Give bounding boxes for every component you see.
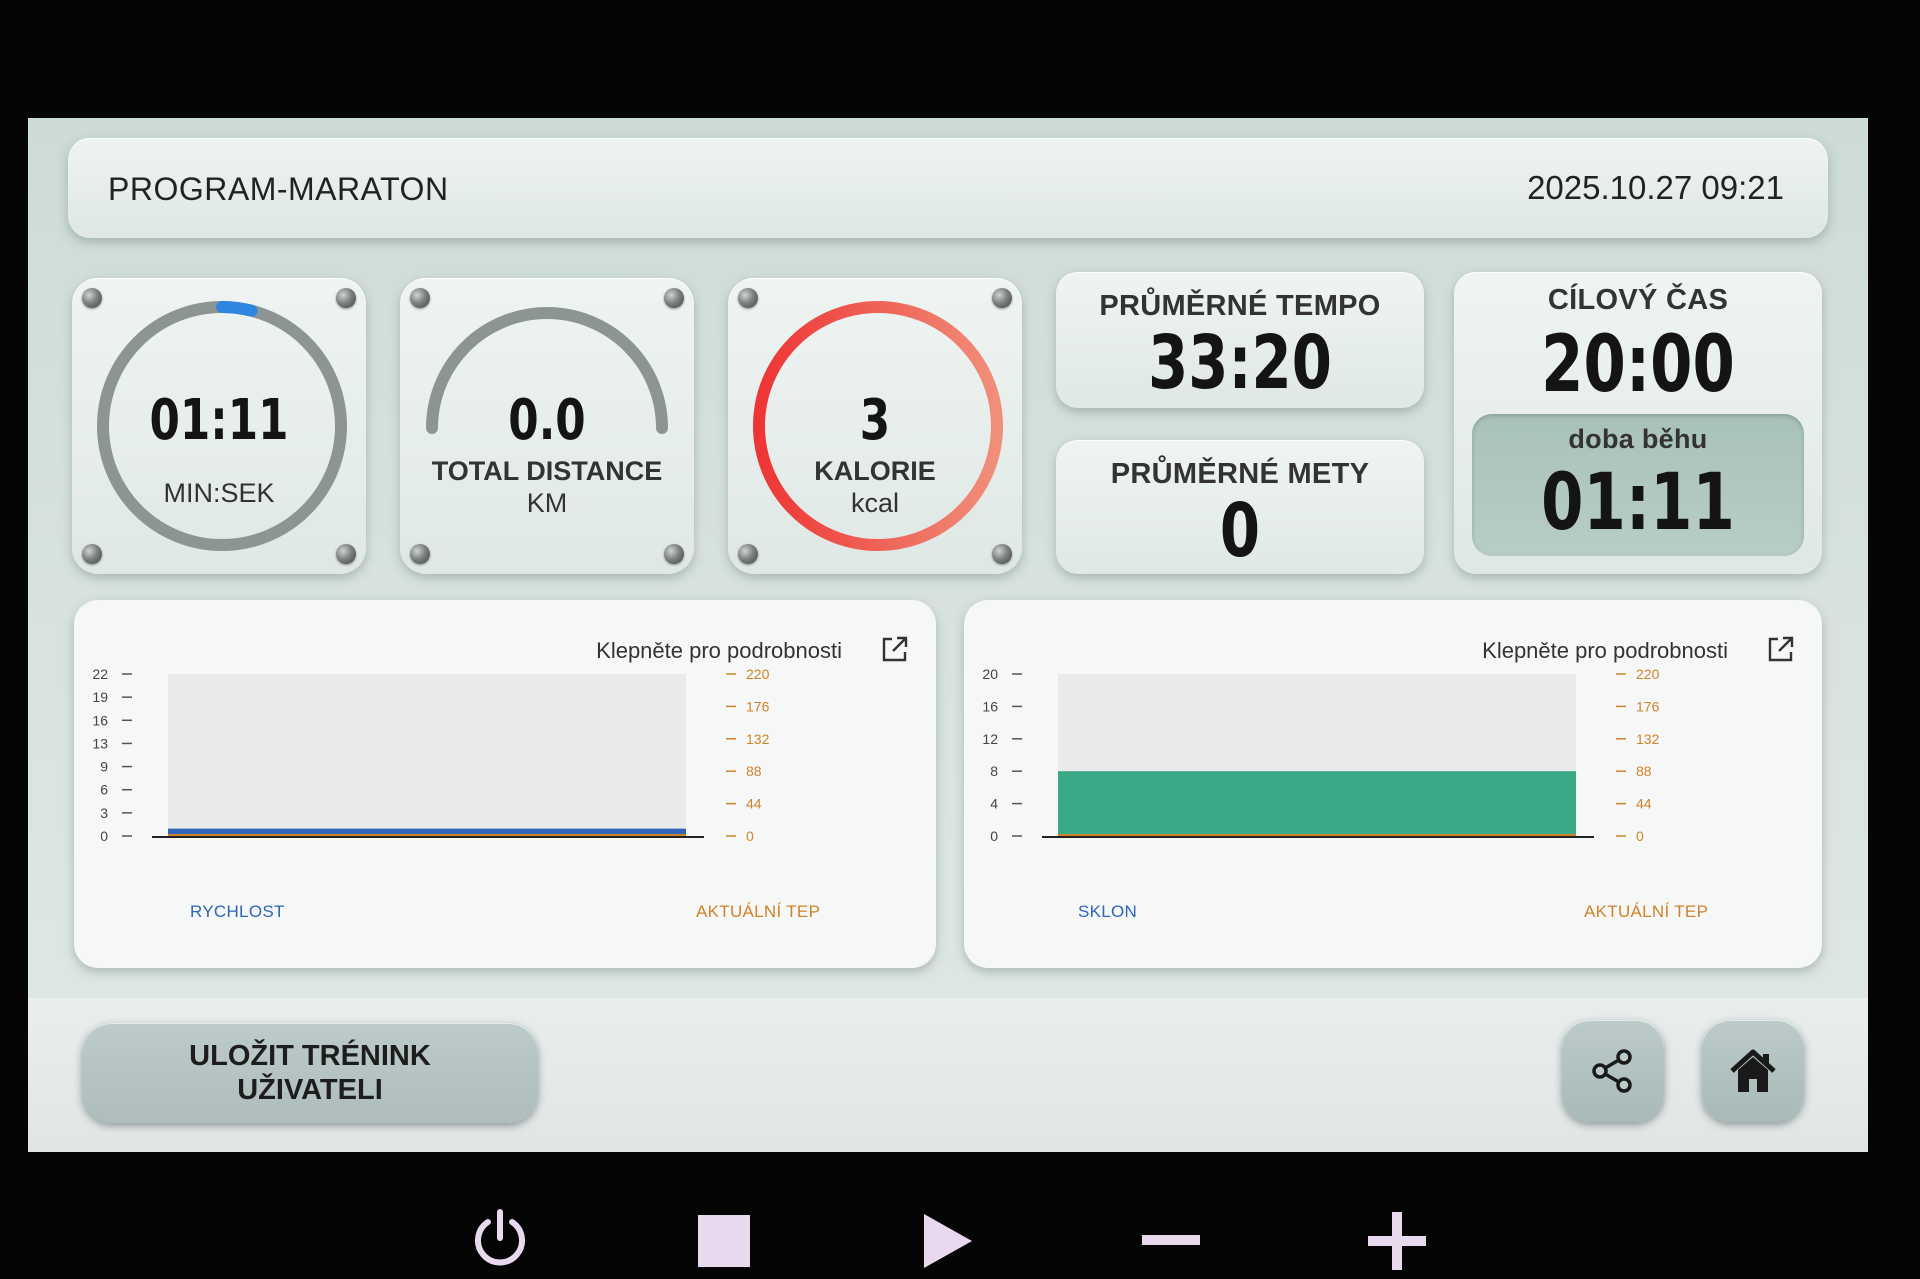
power-icon[interactable] (470, 1208, 530, 1268)
time-value: 01:11 (149, 388, 289, 453)
target-time-panel[interactable]: CÍLOVÝ ČAS 20:00 doba běhu 01:11 (1454, 272, 1822, 574)
stop-icon[interactable] (696, 1213, 752, 1269)
left-tick-label: 0 (100, 828, 108, 844)
incline-axis-label: SKLON (1078, 902, 1138, 921)
share-icon (1592, 1049, 1632, 1093)
distance-label: TOTAL DISTANCE (431, 456, 663, 486)
header-bar: PROGRAM-MARATON 2025.10.27 09:21 (68, 138, 1828, 238)
right-tick-label: 132 (1636, 731, 1660, 747)
time-gauge-tile[interactable]: 01:11 MIN:SEK (72, 278, 366, 574)
calories-unit: kcal (850, 488, 899, 518)
plot-area (168, 674, 686, 836)
run-time-box: doba běhu 01:11 (1472, 414, 1804, 556)
time-unit: MIN:SEK (163, 478, 275, 508)
speed-chart-card[interactable]: Klepněte pro podrobnosti 22 19 16 13 9 6 3 0 220… (74, 600, 936, 968)
heart-rate-axis-label: AKTUÁLNÍ TEP (1584, 902, 1709, 921)
heart-rate-axis-label: AKTUÁLNÍ TEP (696, 902, 821, 921)
avg-mets-panel[interactable]: PRŮMĚRNÉ METY 0 (1056, 440, 1424, 574)
left-tick-label: 13 (92, 735, 108, 751)
left-tick-label: 16 (92, 712, 108, 728)
distance-gauge-tile[interactable]: 0.0 TOTAL DISTANCE KM (400, 278, 694, 574)
distance-value: 0.0 (508, 388, 586, 453)
right-tick-label: 44 (746, 796, 762, 812)
right-tick-label: 44 (1636, 796, 1652, 812)
treadmill-screen: PROGRAM-MARATON 2025.10.27 09:21 01:11 M… (28, 118, 1868, 1152)
right-tick-label: 176 (1636, 698, 1660, 714)
home-button[interactable] (1702, 1020, 1804, 1122)
left-tick-label: 22 (92, 666, 108, 682)
calories-gauge-tile[interactable]: 3 KALORIE kcal (728, 278, 1022, 574)
datetime: 2025.10.27 09:21 (1527, 169, 1784, 206)
left-tick-label: 6 (100, 782, 108, 798)
target-time-label: CÍLOVÝ ČAS (1547, 284, 1729, 316)
series-sklon-area (1058, 771, 1576, 836)
save-button-label-line2: UŽIVATELI (237, 1074, 383, 1106)
target-time-value: 20:00 (1541, 320, 1735, 410)
right-tick-label: 220 (1636, 666, 1660, 682)
distance-unit: KM (526, 488, 568, 518)
right-tick-label: 88 (746, 763, 762, 779)
minus-icon[interactable] (1142, 1233, 1200, 1247)
left-tick-label: 19 (92, 689, 108, 705)
speed-axis-label: RYCHLOST (190, 902, 285, 921)
avg-mets-value: 0 (1219, 488, 1261, 574)
save-workout-button[interactable]: ULOŽIT TRÉNINK UŽIVATELI (82, 1023, 538, 1123)
avg-tempo-panel[interactable]: PRŮMĚRNÉ TEMPO 33:20 (1056, 272, 1424, 408)
left-tick-label: 20 (982, 666, 998, 682)
program-title: PROGRAM-MARATON (108, 171, 449, 207)
run-time-label: doba běhu (1568, 424, 1708, 454)
calories-label: KALORIE (814, 456, 936, 486)
run-time-value: 01:11 (1541, 458, 1735, 548)
time-progress-arc (216, 301, 258, 317)
incline-chart-card[interactable]: Klepněte pro podrobnosti 20 16 12 8 4 0 220 176… (964, 600, 1822, 968)
save-button-label-line1: ULOŽIT TRÉNINK (189, 1040, 431, 1072)
left-tick-label: 9 (100, 759, 108, 775)
avg-tempo-label: PRŮMĚRNÉ TEMPO (1099, 290, 1381, 322)
left-tick-label: 8 (990, 763, 998, 779)
right-tick-label: 220 (746, 666, 770, 682)
play-icon[interactable] (922, 1212, 974, 1270)
right-tick-label: 0 (746, 828, 754, 844)
right-tick-label: 88 (1636, 763, 1652, 779)
right-tick-label: 132 (746, 731, 770, 747)
left-tick-label: 12 (982, 731, 998, 747)
left-tick-label: 4 (990, 796, 998, 812)
right-tick-label: 176 (746, 698, 770, 714)
left-tick-label: 16 (982, 698, 998, 714)
avg-mets-label: PRŮMĚRNÉ METY (1110, 458, 1370, 490)
left-tick-label: 3 (100, 805, 108, 821)
share-button[interactable] (1562, 1020, 1664, 1122)
calories-value: 3 (859, 388, 891, 453)
right-tick-label: 0 (1636, 828, 1644, 844)
home-icon (1730, 1049, 1776, 1092)
plus-icon[interactable] (1368, 1212, 1426, 1270)
left-tick-label: 0 (990, 828, 998, 844)
avg-tempo-value: 33:20 (1148, 320, 1332, 406)
